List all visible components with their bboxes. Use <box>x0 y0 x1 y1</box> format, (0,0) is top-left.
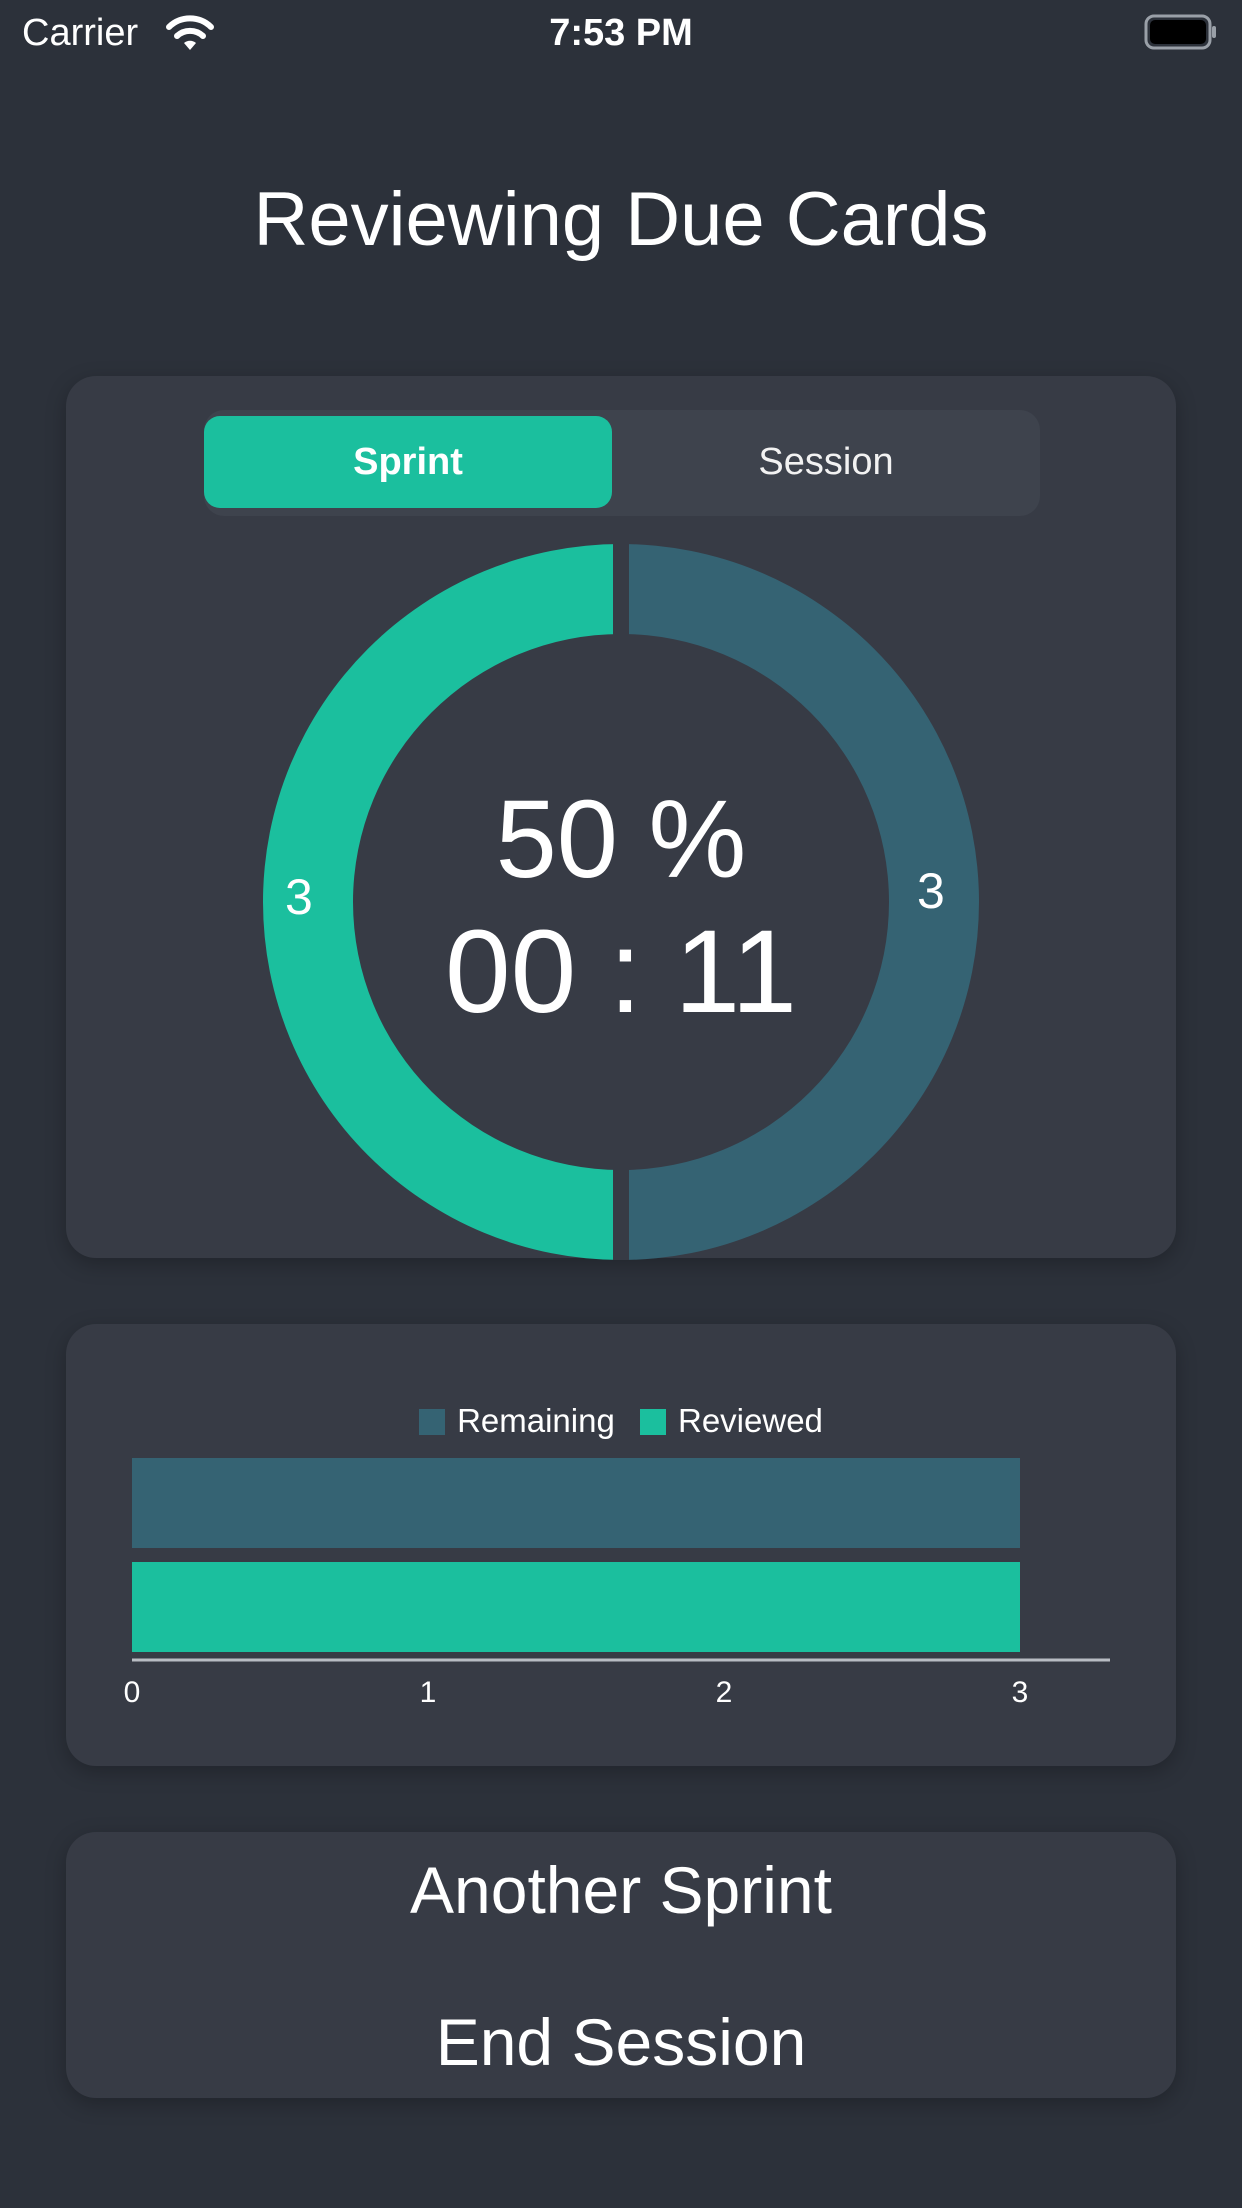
x-tick-label: 1 <box>420 1676 437 1709</box>
sprint-timer: 00 : 11 <box>444 906 798 1038</box>
x-tick-label: 3 <box>1012 1676 1029 1709</box>
bar-chart-card: Remaining Reviewed 0123 <box>66 1324 1176 1766</box>
horizontal-bar-chart: 0 1 2 3 <box>124 1458 1110 1709</box>
x-tick-label: 0 <box>124 1676 141 1709</box>
sprint-session-segmented-control[interactable]: Sprint Session <box>204 410 1040 516</box>
end-session-button[interactable]: End Session <box>66 2004 1176 2080</box>
battery-icon <box>1144 14 1216 50</box>
status-bar: Carrier 7:53 PM <box>0 0 1242 66</box>
bar-reviewed <box>132 1562 1020 1652</box>
x-tick-label: 2 <box>716 1676 733 1709</box>
another-sprint-button[interactable]: Another Sprint <box>66 1852 1176 1928</box>
sprint-progress-card: Sprint Session 3 3 50 % 00 : 11 <box>66 376 1176 1260</box>
actions-card: Another Sprint End Session <box>66 1832 1176 2098</box>
tab-sprint[interactable]: Sprint <box>204 416 612 508</box>
progress-percent: 50 % <box>495 778 747 901</box>
status-time: 7:53 PM <box>549 12 693 54</box>
screen: Carrier 7:53 PM Reviewing Due Cards Spri… <box>0 0 1242 2208</box>
bar-remaining <box>132 1458 1020 1548</box>
tab-session[interactable]: Session <box>618 416 1034 508</box>
page-title: Reviewing Due Cards <box>253 177 989 262</box>
progress-donut-chart: 3 3 50 % 00 : 11 <box>263 544 979 1260</box>
